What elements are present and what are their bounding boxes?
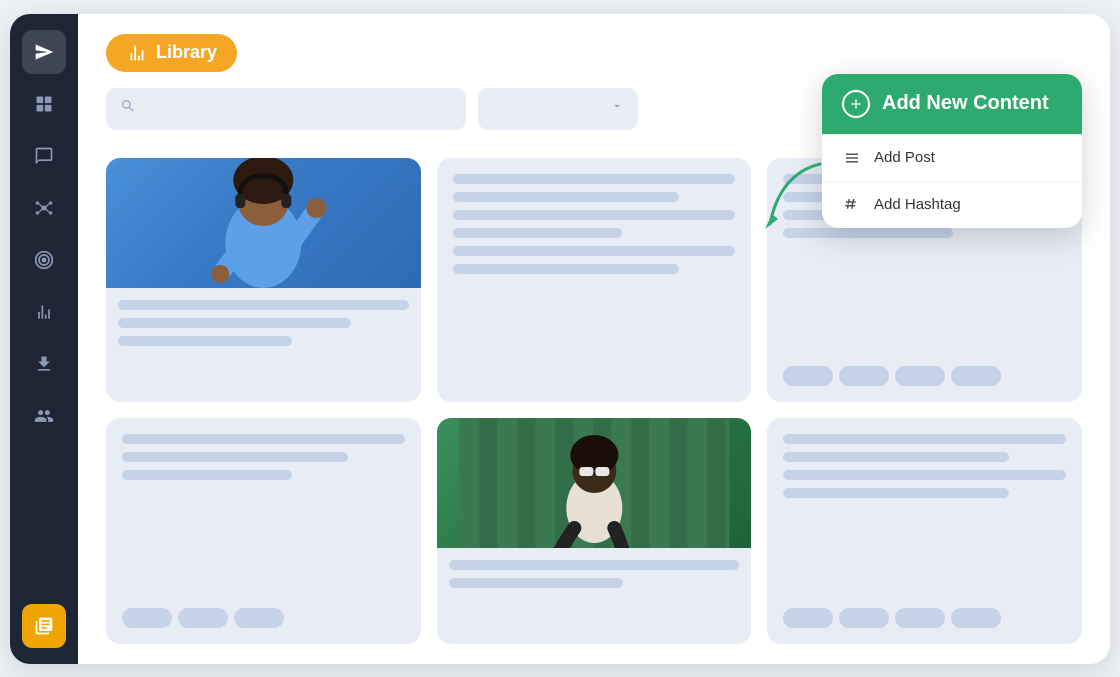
tag (951, 366, 1001, 386)
card-3-tags (783, 366, 1066, 386)
card-line (118, 318, 351, 328)
card-line (449, 578, 623, 588)
card-line (783, 470, 1066, 480)
card-6[interactable] (767, 418, 1082, 644)
card-line (783, 488, 1009, 498)
filter-dropdown[interactable] (478, 88, 638, 130)
card-4[interactable] (106, 418, 421, 644)
sidebar-item-downloads[interactable] (22, 342, 66, 386)
hashtag-icon (842, 195, 862, 215)
tag (839, 608, 889, 628)
add-post-label: Add Post (874, 149, 935, 166)
sidebar-item-team[interactable] (22, 394, 66, 438)
card-line (783, 452, 1009, 462)
card-line (453, 246, 736, 256)
add-hashtag-label: Add Hashtag (874, 196, 961, 213)
card-line (453, 174, 736, 184)
popup-header[interactable]: Add New Content (822, 74, 1082, 134)
tag (895, 366, 945, 386)
card-line (449, 560, 740, 570)
post-icon (842, 148, 862, 168)
card-1-image (106, 158, 421, 288)
sidebar-item-analytics[interactable] (22, 290, 66, 334)
card-line (453, 192, 679, 202)
app-container: Library (10, 14, 1110, 664)
card-line (453, 264, 679, 274)
card-line (122, 470, 292, 480)
tag (783, 608, 833, 628)
sidebar-item-dashboard[interactable] (22, 82, 66, 126)
blue-image (106, 158, 421, 288)
card-line (453, 228, 623, 238)
tag (783, 366, 833, 386)
tag (178, 608, 228, 628)
card-5-body (437, 548, 752, 644)
card-line (122, 434, 405, 444)
tag (839, 366, 889, 386)
main-content: Library (78, 14, 1110, 664)
card-2-body (437, 158, 752, 402)
sidebar-item-network[interactable] (22, 186, 66, 230)
card-line (118, 336, 292, 346)
sidebar-item-targets[interactable] (22, 238, 66, 282)
search-input[interactable] (144, 101, 452, 117)
card-4-tags (122, 608, 405, 628)
card-5-image (437, 418, 752, 548)
card-2[interactable] (437, 158, 752, 402)
tag (234, 608, 284, 628)
card-1-body (106, 288, 421, 402)
chevron-down-icon (610, 99, 624, 118)
library-title: Library (156, 42, 217, 63)
search-icon (120, 98, 136, 119)
popup-title: Add New Content (882, 92, 1049, 115)
tag (895, 608, 945, 628)
card-line (453, 210, 736, 220)
card-line (783, 434, 1066, 444)
card-line (122, 452, 348, 462)
card-line (118, 300, 409, 310)
card-5[interactable] (437, 418, 752, 644)
search-bar[interactable] (106, 88, 466, 130)
sidebar-item-messages[interactable] (22, 134, 66, 178)
card-6-tags (783, 608, 1066, 628)
tag (951, 608, 1001, 628)
library-badge: Library (106, 34, 237, 72)
sidebar-item-send[interactable] (22, 30, 66, 74)
add-post-item[interactable]: Add Post (822, 134, 1082, 181)
card-4-body (106, 418, 421, 644)
add-content-popup: Add New Content Add Post Add Hashtag (822, 74, 1082, 228)
sidebar (10, 14, 78, 664)
tag (122, 608, 172, 628)
add-icon (842, 90, 870, 118)
green-image (437, 418, 752, 548)
add-hashtag-item[interactable]: Add Hashtag (822, 181, 1082, 228)
card-6-body (767, 418, 1082, 644)
card-1[interactable] (106, 158, 421, 402)
sidebar-item-library[interactable] (22, 604, 66, 648)
arrow-indicator (750, 154, 840, 249)
